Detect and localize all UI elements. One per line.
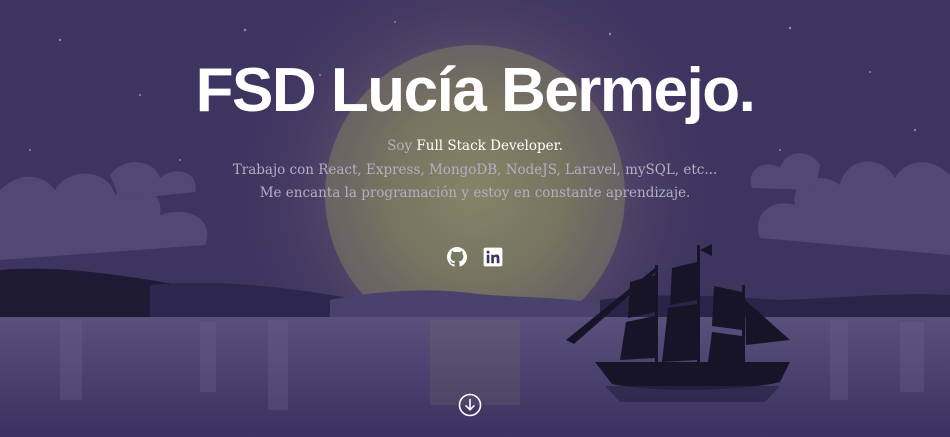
arrow-down-circle-icon xyxy=(458,393,482,417)
passion-line: Me encanta la programación y estoy en co… xyxy=(259,185,691,201)
tech-stack-line: Trabajo con React, Express, MongoDB, Nod… xyxy=(232,162,718,178)
scroll-down-button[interactable] xyxy=(458,393,482,417)
page-title: FSD Lucía Bermejo. xyxy=(195,56,756,125)
github-icon xyxy=(447,247,467,267)
intro-line: Soy Full Stack Developer. xyxy=(0,138,950,154)
intro-prefix: Soy xyxy=(387,138,417,154)
github-link[interactable] xyxy=(447,247,467,267)
social-links xyxy=(447,247,503,267)
hero-section: FSD Lucía Bermejo. Soy Full Stack Develo… xyxy=(0,0,950,437)
role-highlight: Full Stack Developer. xyxy=(416,138,563,154)
linkedin-icon xyxy=(483,247,503,267)
linkedin-link[interactable] xyxy=(483,247,503,267)
